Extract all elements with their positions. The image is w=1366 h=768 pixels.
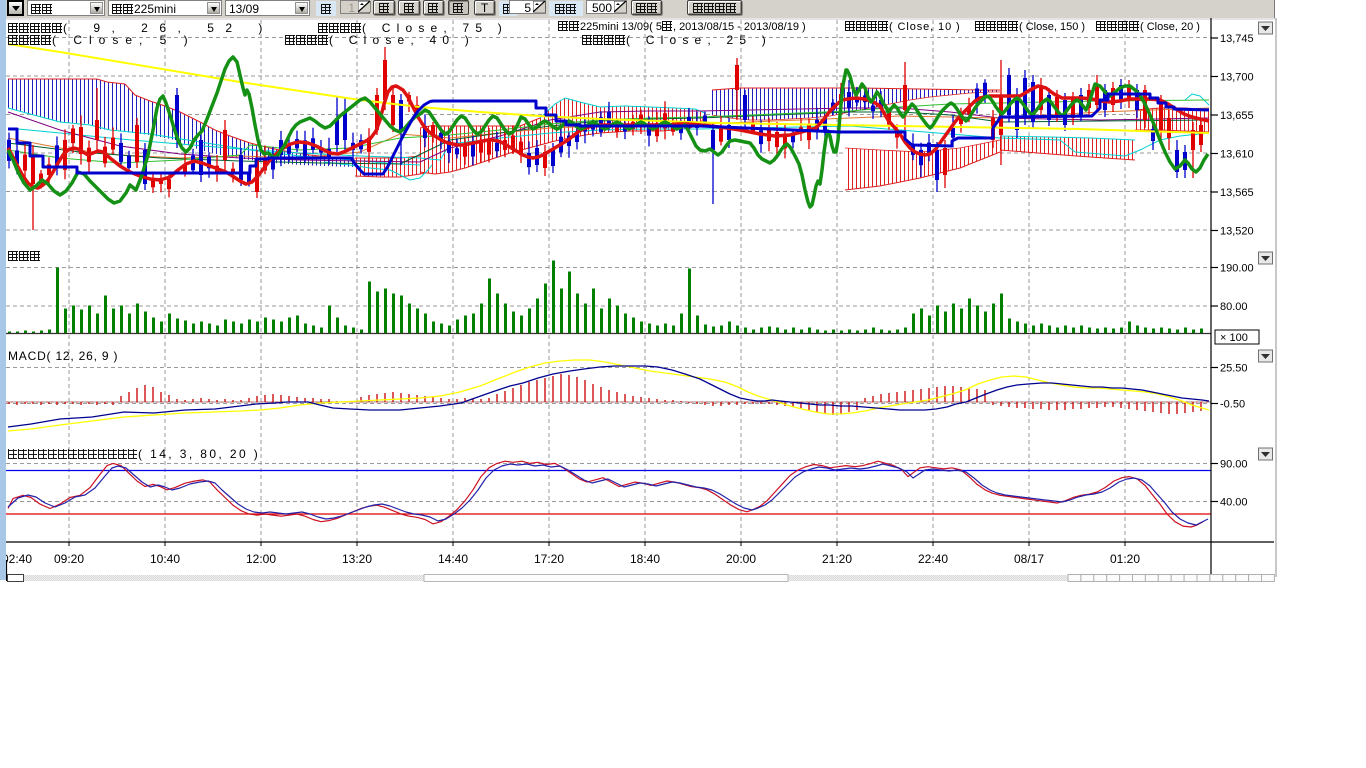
svg-text:13,700: 13,700 bbox=[1220, 72, 1254, 84]
svg-text:25.50: 25.50 bbox=[1220, 363, 1248, 375]
svg-text:-0.50: -0.50 bbox=[1220, 399, 1245, 411]
svg-text:17:20: 17:20 bbox=[534, 552, 564, 566]
svg-text:22:40: 22:40 bbox=[918, 552, 948, 566]
svg-text:190.00: 190.00 bbox=[1220, 263, 1254, 275]
svg-text:02:40: 02:40 bbox=[6, 552, 32, 566]
svg-text:10:40: 10:40 bbox=[150, 552, 180, 566]
svg-text:08/17: 08/17 bbox=[1014, 552, 1044, 566]
svg-text:13,745: 13,745 bbox=[1220, 33, 1254, 45]
svg-text:13,520: 13,520 bbox=[1220, 226, 1254, 238]
svg-text:01:20: 01:20 bbox=[1110, 552, 1140, 566]
svg-text:40.00: 40.00 bbox=[1220, 497, 1248, 509]
svg-text:13:20: 13:20 bbox=[342, 552, 372, 566]
svg-text:90.00: 90.00 bbox=[1220, 459, 1248, 471]
svg-text:13,565: 13,565 bbox=[1220, 187, 1254, 199]
svg-text:18:40: 18:40 bbox=[630, 552, 660, 566]
svg-text:13,655: 13,655 bbox=[1220, 110, 1254, 122]
svg-text:20:00: 20:00 bbox=[726, 552, 756, 566]
svg-text:13,610: 13,610 bbox=[1220, 149, 1254, 161]
svg-text:21:20: 21:20 bbox=[822, 552, 852, 566]
svg-text:80.00: 80.00 bbox=[1220, 301, 1248, 313]
svg-text:12:00: 12:00 bbox=[246, 552, 276, 566]
svg-text:09:20: 09:20 bbox=[54, 552, 84, 566]
svg-text:× 100: × 100 bbox=[1220, 332, 1248, 344]
svg-text:14:40: 14:40 bbox=[438, 552, 468, 566]
